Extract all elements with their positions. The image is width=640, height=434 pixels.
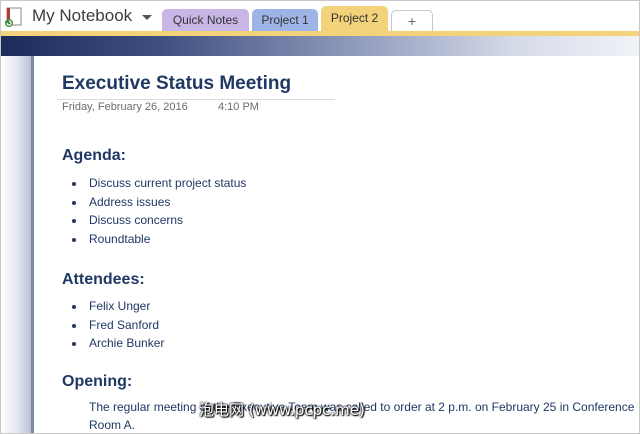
list-item[interactable]: Roundtable: [71, 230, 246, 249]
attendees-list: Felix Unger Fred Sanford Archie Bunker: [71, 297, 164, 353]
tab-project-1[interactable]: Project 1: [252, 9, 318, 31]
onenote-window: My Notebook Quick Notes Project 1 Projec…: [0, 0, 640, 434]
page-date: Friday, February 26, 2016: [62, 101, 188, 113]
left-margin: [1, 56, 31, 433]
page-title[interactable]: Executive Status Meeting: [62, 73, 291, 95]
notebook-bar: My Notebook Quick Notes Project 1 Projec…: [1, 1, 639, 33]
chevron-down-icon[interactable]: [142, 15, 152, 20]
list-item[interactable]: Felix Unger: [71, 297, 164, 316]
page-time: 4:10 PM: [218, 101, 259, 113]
page-header-band: [1, 36, 639, 56]
list-item[interactable]: Fred Sanford: [71, 316, 164, 335]
agenda-list: Discuss current project status Address i…: [71, 174, 246, 249]
watermark: 泡电网 (www.pcpc.me): [199, 401, 365, 419]
tab-quick-notes[interactable]: Quick Notes: [162, 9, 249, 31]
list-item[interactable]: Archie Bunker: [71, 334, 164, 353]
title-divider: [57, 99, 335, 100]
notebook-icon[interactable]: [3, 6, 25, 28]
list-item[interactable]: Discuss current project status: [71, 174, 246, 193]
notebook-title[interactable]: My Notebook: [32, 6, 132, 26]
agenda-heading[interactable]: Agenda:: [62, 147, 126, 165]
opening-heading[interactable]: Opening:: [62, 373, 132, 391]
tab-project-2[interactable]: Project 2: [321, 6, 388, 33]
list-item[interactable]: Discuss concerns: [71, 211, 246, 230]
attendees-heading[interactable]: Attendees:: [62, 271, 145, 289]
add-section-button[interactable]: +: [391, 10, 433, 31]
list-item[interactable]: Address issues: [71, 193, 246, 212]
